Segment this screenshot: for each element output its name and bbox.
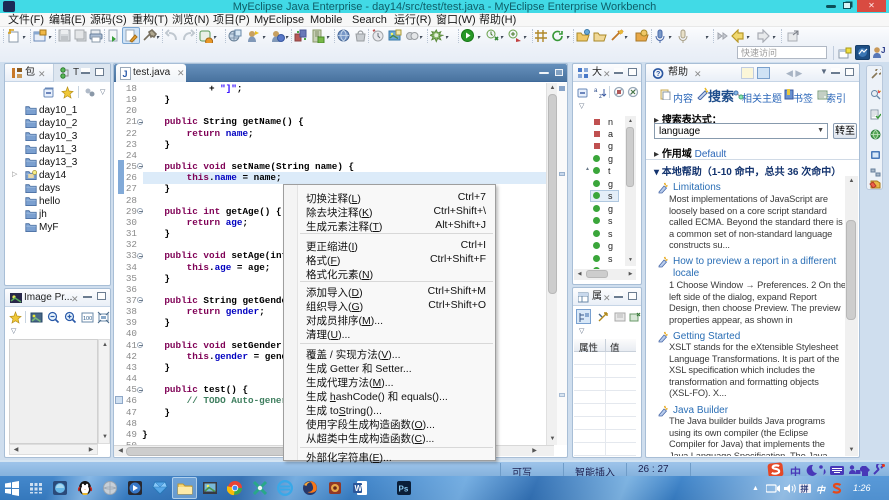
svg-text:z: z (599, 94, 602, 99)
svg-text:拼: 拼 (801, 484, 809, 494)
svg-text:Ps: Ps (399, 485, 409, 494)
svg-text:a: a (594, 88, 598, 94)
svg-text:J: J (123, 69, 128, 79)
svg-text:J: J (881, 46, 885, 55)
svg-text:?: ? (656, 71, 660, 78)
svg-text:W: W (355, 484, 363, 493)
svg-text:100: 100 (83, 316, 92, 322)
